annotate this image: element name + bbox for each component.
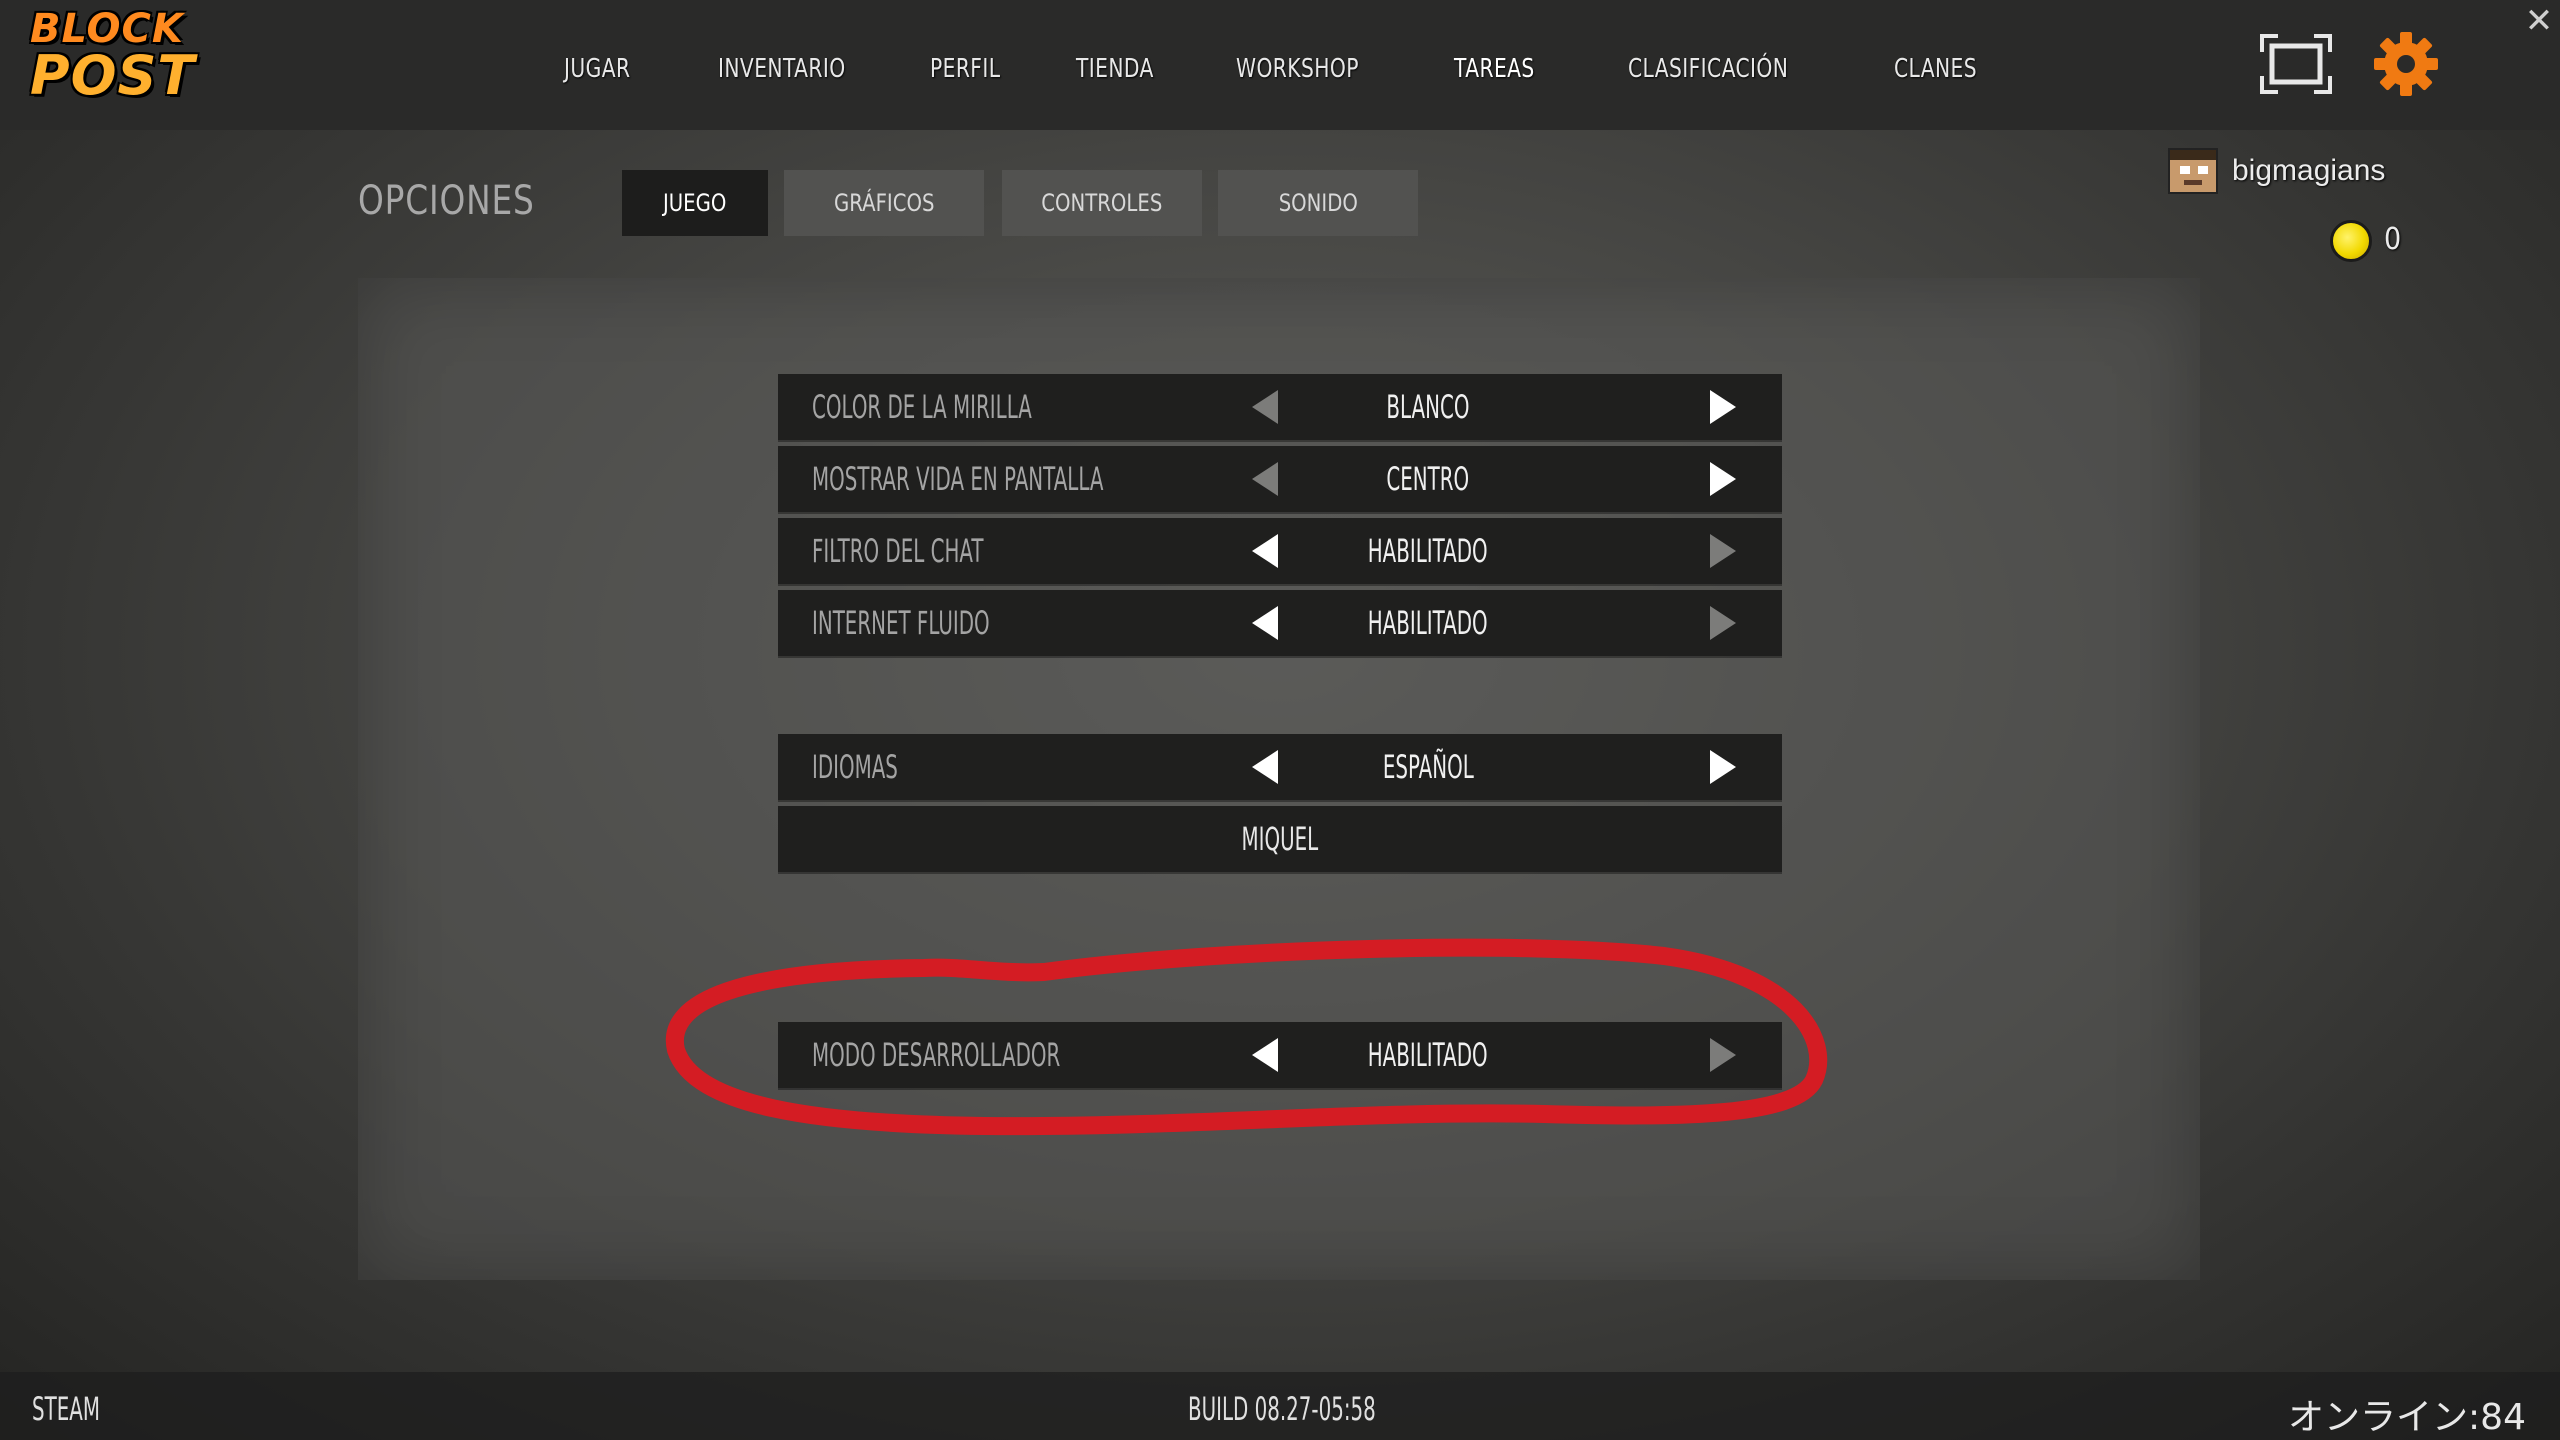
coin-count: 0 (2384, 222, 2402, 257)
arrow-right-icon[interactable] (1710, 390, 1736, 424)
nav-item-tareas[interactable]: TAREAS (1454, 44, 1535, 94)
setting-label: MOSTRAR VIDA EN PANTALLA (812, 460, 1104, 498)
close-icon[interactable]: ✕ (2522, 4, 2556, 38)
nav-item-perfil[interactable]: PERFIL (930, 44, 1000, 94)
coin-icon (2330, 220, 2372, 262)
setting-value: HABILITADO (1368, 532, 1488, 570)
setting-value: HABILITADO (1368, 604, 1488, 642)
online-count: オンライン:84 (2288, 1397, 2526, 1438)
tab-juego[interactable]: JUEGO (622, 170, 768, 236)
setting-label: INTERNET FLUIDO (812, 604, 990, 642)
username: bigmagians (2232, 154, 2386, 187)
platform-label: STEAM (32, 1390, 100, 1428)
setting-language: IDIOMAS ESPAÑOL (778, 734, 1782, 800)
setting-crosshair-color: COLOR DE LA MIRILLA BLANCO (778, 374, 1782, 440)
nav-item-tienda[interactable]: TIENDA (1076, 44, 1154, 94)
nav-item-clasificacion[interactable]: CLASIFICACIÓN (1628, 44, 1788, 94)
main-nav: JUGAR INVENTARIO PERFIL TIENDA WORKSHOP … (0, 44, 2560, 94)
setting-show-health: MOSTRAR VIDA EN PANTALLA CENTRO (778, 446, 1782, 512)
setting-smooth-internet: INTERNET FLUIDO HABILITADO (778, 590, 1782, 656)
arrow-right-icon[interactable] (1710, 606, 1736, 640)
avatar (2168, 148, 2218, 194)
setting-label: FILTRO DEL CHAT (812, 532, 984, 570)
page-title: OPCIONES (358, 178, 535, 224)
bottom-bar: STEAM BUILD 08.27-05:58 オンライン:84 (0, 1372, 2560, 1440)
credit-text: MIQUEL (1241, 820, 1319, 858)
annotation-circle (665, 938, 1828, 1136)
setting-value: CENTRO (1386, 460, 1470, 498)
nav-item-jugar[interactable]: JUGAR (564, 44, 630, 94)
setting-value: BLANCO (1386, 388, 1470, 426)
arrow-right-icon[interactable] (1710, 534, 1736, 568)
gear-icon[interactable] (2372, 30, 2440, 98)
translation-credit: MIQUEL (778, 806, 1782, 872)
nav-item-inventario[interactable]: INVENTARIO (718, 44, 846, 94)
setting-label: IDIOMAS (812, 748, 898, 786)
app-window: BLOCK POST JUGAR INVENTARIO PERFIL TIEND… (0, 0, 2560, 1440)
setting-label: COLOR DE LA MIRILLA (812, 388, 1032, 426)
nav-item-clanes[interactable]: CLANES (1894, 44, 1977, 94)
top-bar: BLOCK POST JUGAR INVENTARIO PERFIL TIEND… (0, 0, 2560, 130)
arrow-right-icon[interactable] (1710, 462, 1736, 496)
tab-graficos[interactable]: GRÁFICOS (784, 170, 984, 236)
setting-chat-filter: FILTRO DEL CHAT HABILITADO (778, 518, 1782, 584)
tab-controles[interactable]: CONTROLES (1002, 170, 1202, 236)
fullscreen-icon[interactable] (2260, 34, 2332, 94)
nav-item-workshop[interactable]: WORKSHOP (1236, 44, 1359, 94)
tab-sonido[interactable]: SONIDO (1218, 170, 1418, 236)
arrow-right-icon[interactable] (1710, 750, 1736, 784)
build-version: BUILD 08.27-05:58 (1188, 1390, 1376, 1428)
setting-value: ESPAÑOL (1382, 748, 1474, 786)
